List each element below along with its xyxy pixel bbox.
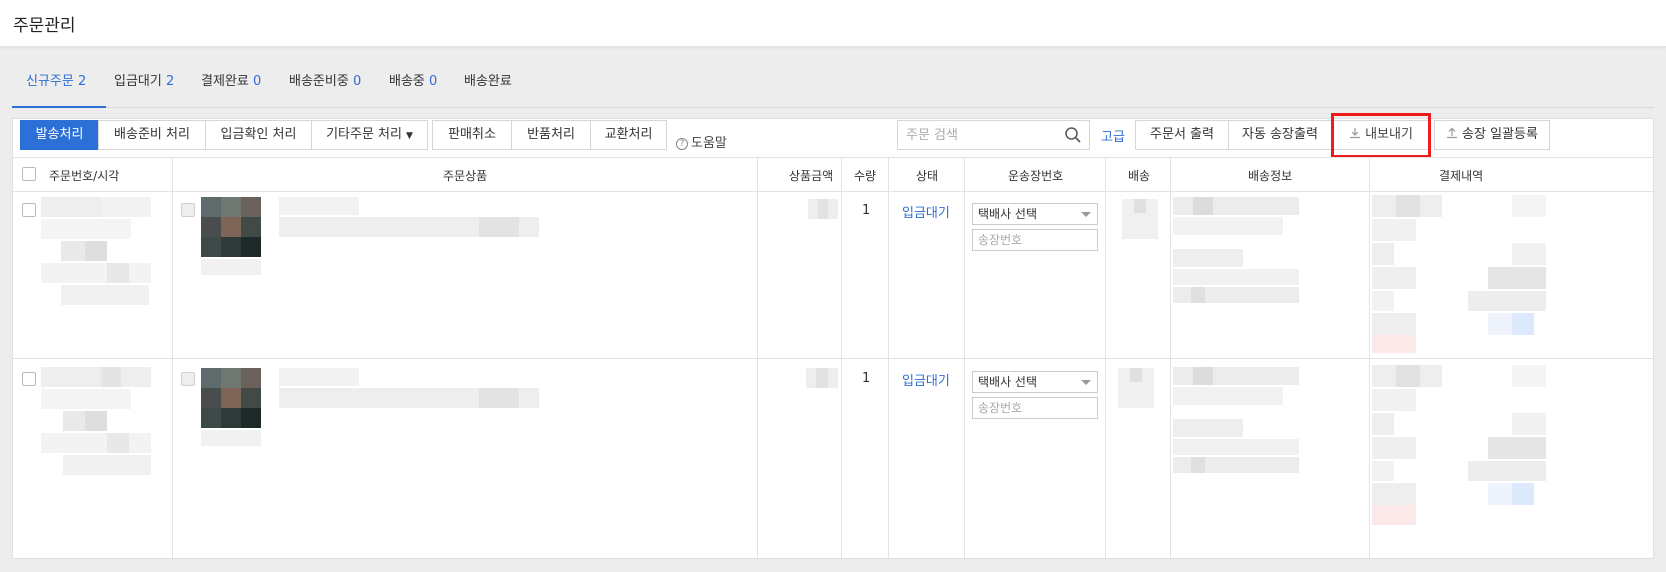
courier-select-label: 택배사 선택 xyxy=(978,375,1038,389)
row-divider xyxy=(13,358,1653,359)
product-checkbox[interactable] xyxy=(181,203,195,217)
tab-awaiting-deposit[interactable]: 입금대기 2 xyxy=(114,70,174,89)
page-title: 주문관리 xyxy=(13,16,76,36)
row-checkbox[interactable] xyxy=(22,372,36,386)
product-option-redacted xyxy=(201,259,261,275)
top-bar: 주문관리 xyxy=(0,0,1666,47)
cancel-sale-button[interactable]: 판매취소 xyxy=(432,120,512,150)
orders-panel: 발송처리 배송준비 처리 입금확인 처리 기타주문 처리 ▼ 판매취소 반품처리 … xyxy=(12,113,1654,560)
order-status-link[interactable]: 입금대기 xyxy=(902,370,950,389)
quantity: 1 xyxy=(862,203,871,218)
caret-down-icon xyxy=(1081,212,1091,217)
orders-table-header: 주문번호/시각 주문상품 상품금액 수량 상태 운송장번호 배송 배송정보 결제… xyxy=(13,157,1653,192)
product-name-redacted xyxy=(279,197,539,237)
tab-new-orders[interactable]: 신규주문 2 xyxy=(26,70,86,89)
exchange-process-button[interactable]: 교환처리 xyxy=(590,120,667,150)
bulk-invoice-button[interactable]: 송장 일괄등록 xyxy=(1434,120,1550,150)
product-thumbnail xyxy=(201,197,261,257)
row-checkbox[interactable] xyxy=(22,203,36,217)
help-link[interactable]: ? 도움말 xyxy=(676,132,727,151)
price-redacted xyxy=(806,368,838,388)
prepare-ship-button[interactable]: 배송준비 처리 xyxy=(98,120,206,150)
header-price: 상품금액 xyxy=(789,169,834,183)
price-redacted xyxy=(808,199,838,219)
other-orders-label: 기타주문 처리 xyxy=(326,127,402,142)
tab-in-transit[interactable]: 배송중 0 xyxy=(389,70,437,89)
header-payment: 결제내역 xyxy=(1439,169,1484,183)
payment-details-redacted xyxy=(1372,195,1546,353)
shipping-info-redacted xyxy=(1173,197,1299,303)
product-option-redacted xyxy=(201,430,261,446)
select-all-checkbox[interactable] xyxy=(22,167,36,181)
header-qty: 수량 xyxy=(854,169,877,183)
header-product: 주문상품 xyxy=(443,169,488,183)
tracking-number-input[interactable] xyxy=(972,397,1098,419)
export-button[interactable]: 내보내기 xyxy=(1333,120,1429,150)
header-order-number: 주문번호/시각 xyxy=(49,169,120,183)
help-label: 도움말 xyxy=(691,136,727,151)
bulk-invoice-label: 송장 일괄등록 xyxy=(1462,127,1538,142)
active-tab-indicator xyxy=(12,106,106,108)
order-status-tabs: 신규주문 2 입금대기 2 결제완료 0 배송준비중 0 배송중 0 배송완료 xyxy=(12,64,1654,108)
shipping-info-redacted xyxy=(1173,367,1299,473)
caret-down-icon xyxy=(1081,380,1091,385)
courier-select[interactable]: 택배사 선택 xyxy=(972,203,1098,225)
header-status: 상태 xyxy=(916,169,939,183)
download-icon xyxy=(1350,128,1361,139)
product-checkbox[interactable] xyxy=(181,372,195,386)
other-orders-dropdown[interactable]: 기타주문 처리 ▼ xyxy=(311,120,428,150)
upload-icon xyxy=(1447,127,1458,139)
caret-down-icon: ▼ xyxy=(405,131,413,141)
tab-delivered[interactable]: 배송완료 xyxy=(464,70,512,89)
courier-select[interactable]: 택배사 선택 xyxy=(972,371,1098,393)
confirm-deposit-button[interactable]: 입금확인 처리 xyxy=(205,120,312,150)
order-number-redacted xyxy=(41,197,151,305)
quantity: 1 xyxy=(862,371,871,386)
header-tracking: 운송장번호 xyxy=(1008,169,1064,183)
order-status-link[interactable]: 입금대기 xyxy=(902,202,950,221)
print-order-button[interactable]: 주문서 출력 xyxy=(1135,120,1229,150)
search-icon[interactable] xyxy=(1064,126,1082,144)
tracking-number-input[interactable] xyxy=(972,229,1098,251)
export-label: 내보내기 xyxy=(1365,127,1413,142)
header-shipping-info: 배송정보 xyxy=(1248,169,1293,183)
auto-invoice-print-button[interactable]: 자동 송장출력 xyxy=(1228,120,1332,150)
tab-preparing-shipment[interactable]: 배송준비중 0 xyxy=(289,70,361,89)
courier-select-label: 택배사 선택 xyxy=(978,207,1038,221)
order-number-redacted xyxy=(41,367,151,475)
product-thumbnail xyxy=(201,368,261,428)
order-search xyxy=(897,120,1090,150)
advanced-search-link[interactable]: 고급 xyxy=(1101,126,1125,145)
tab-payment-complete[interactable]: 결제완료 0 xyxy=(201,70,261,89)
payment-details-redacted xyxy=(1372,365,1546,525)
shipping-redacted xyxy=(1118,368,1154,408)
header-shipping: 배송 xyxy=(1128,169,1151,183)
order-search-input[interactable] xyxy=(898,121,1058,149)
return-process-button[interactable]: 반품처리 xyxy=(511,120,591,150)
product-name-redacted xyxy=(279,368,539,408)
ship-process-button[interactable]: 발송처리 xyxy=(20,120,99,150)
shipping-redacted xyxy=(1122,199,1158,239)
question-circle-icon: ? xyxy=(676,138,688,150)
